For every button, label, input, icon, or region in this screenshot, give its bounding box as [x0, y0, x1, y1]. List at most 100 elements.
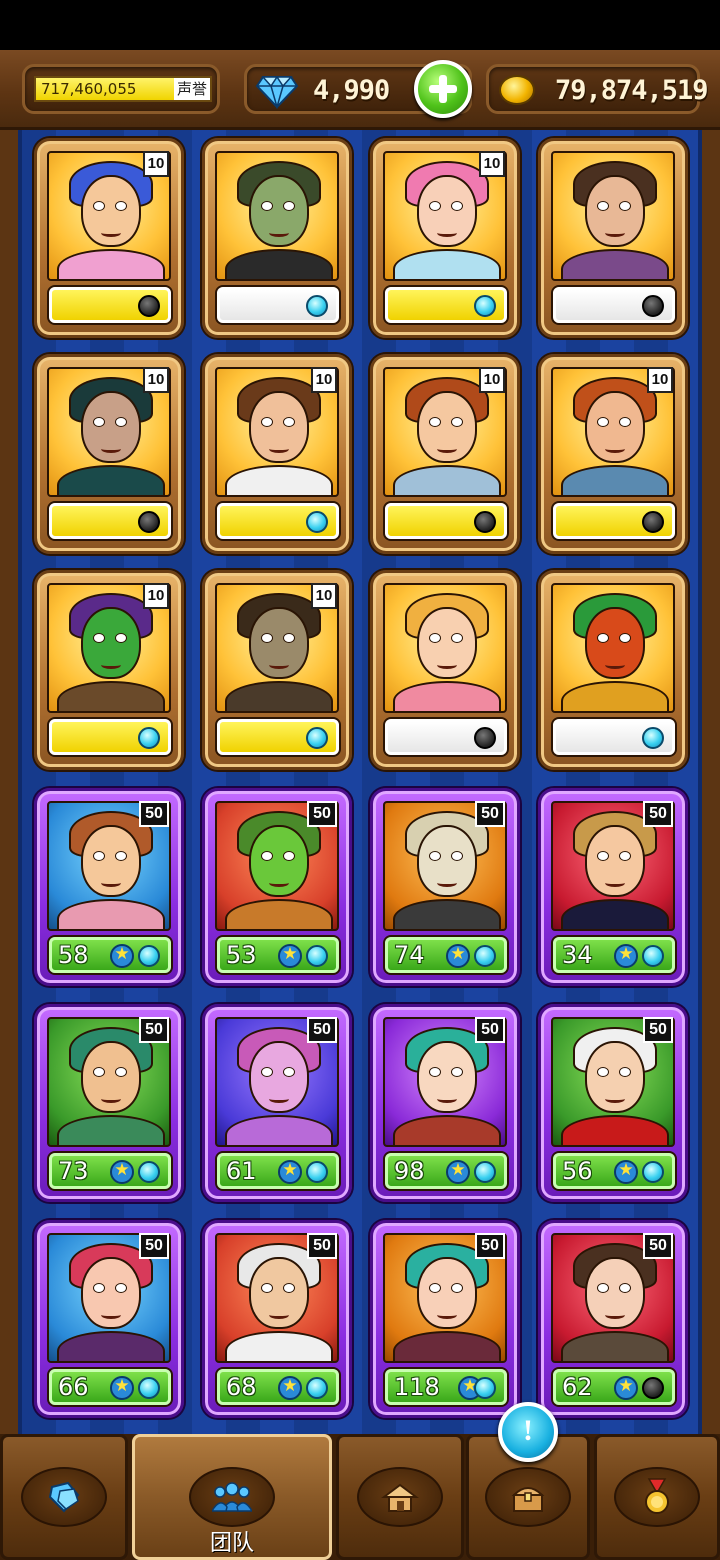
- hero-card-common[interactable]: 10: [34, 570, 184, 770]
- hero-body: [225, 465, 333, 495]
- hero-mouth: [605, 1311, 625, 1319]
- hero-card-common[interactable]: 10: [202, 570, 352, 770]
- hero-eye: [597, 417, 609, 427]
- buy-gems-plus-button[interactable]: [414, 60, 472, 118]
- hero-mouth: [437, 445, 457, 453]
- hero-card-epic[interactable]: 50 74 ★: [370, 788, 520, 986]
- inactive-indicator-icon: [138, 511, 160, 533]
- ready-indicator-icon: [474, 1161, 496, 1183]
- hero-body: [561, 1115, 669, 1145]
- diamond-icon: [255, 75, 299, 109]
- hero-card-epic[interactable]: 50 118 ★: [370, 1220, 520, 1418]
- hero-eye: [261, 633, 273, 643]
- hero-mouth: [605, 1095, 625, 1103]
- hero-body: [393, 465, 501, 495]
- star-glyph: ★: [618, 944, 634, 964]
- star-icon: ★: [446, 944, 470, 968]
- hero-body: [57, 681, 165, 711]
- hero-card-epic[interactable]: 50 61 ★: [202, 1004, 352, 1202]
- hero-eye: [93, 851, 105, 861]
- hero-eye: [597, 633, 609, 643]
- star-count: 34: [562, 941, 593, 969]
- alert-button[interactable]: !: [498, 1402, 558, 1462]
- hero-card-common[interactable]: 10: [34, 138, 184, 338]
- hero-card-epic[interactable]: 50 68 ★: [202, 1220, 352, 1418]
- hero-mouth: [101, 661, 121, 669]
- nav-achievements[interactable]: [594, 1434, 720, 1560]
- ready-indicator-icon: [306, 727, 328, 749]
- hero-level-badge: 50: [307, 1017, 337, 1043]
- hero-card-epic[interactable]: 50 34 ★: [538, 788, 688, 986]
- hero-card-epic[interactable]: 50 56 ★: [538, 1004, 688, 1202]
- hero-star-count-bar: 118 ★: [385, 1369, 507, 1405]
- hero-eye: [261, 1283, 273, 1293]
- hero-mouth: [101, 879, 121, 887]
- gold-count: 79,874,519: [555, 75, 709, 106]
- hero-progress-bar: [49, 287, 171, 323]
- hero-card-epic[interactable]: 50 62 ★: [538, 1220, 688, 1418]
- hero-body: [393, 1115, 501, 1145]
- hero-card-common[interactable]: [370, 570, 520, 770]
- star-icon: ★: [110, 1376, 134, 1400]
- hero-progress-bar: [217, 287, 339, 323]
- hero-body: [57, 1331, 165, 1361]
- star-icon: ★: [110, 944, 134, 968]
- hero-card-common[interactable]: 10: [538, 354, 688, 554]
- ready-indicator-icon: [642, 1161, 664, 1183]
- nav-team[interactable]: 团队: [132, 1434, 332, 1560]
- hero-eye: [283, 633, 295, 643]
- star-glyph: ★: [114, 1160, 130, 1180]
- gold-coin-icon: [499, 75, 535, 105]
- hero-mouth: [605, 229, 625, 237]
- hero-body: [225, 681, 333, 711]
- hero-card-common[interactable]: 10: [202, 354, 352, 554]
- hero-card-common[interactable]: 10: [370, 354, 520, 554]
- star-glyph: ★: [450, 944, 466, 964]
- hero-card-common[interactable]: [538, 138, 688, 338]
- hero-level-badge: 10: [311, 367, 337, 393]
- hero-eye: [619, 1283, 631, 1293]
- hero-body: [225, 1115, 333, 1145]
- hero-card-common[interactable]: [202, 138, 352, 338]
- star-icon: ★: [110, 1160, 134, 1184]
- star-count: 68: [226, 1373, 257, 1401]
- nav-home[interactable]: [336, 1434, 464, 1560]
- hero-mouth: [269, 661, 289, 669]
- hero-card-epic[interactable]: 50 98 ★: [370, 1004, 520, 1202]
- hero-eye: [451, 201, 463, 211]
- hero-card-epic[interactable]: 50 53 ★: [202, 788, 352, 986]
- hero-card-common[interactable]: 10: [370, 138, 520, 338]
- hero-card-epic[interactable]: 50 73 ★: [34, 1004, 184, 1202]
- star-icon: ★: [278, 1376, 302, 1400]
- hero-card-epic[interactable]: 50 66 ★: [34, 1220, 184, 1418]
- hero-card-common[interactable]: [538, 570, 688, 770]
- star-icon: ★: [446, 1160, 470, 1184]
- nav-gem-shop[interactable]: [0, 1434, 128, 1560]
- hero-progress-bar: [385, 287, 507, 323]
- hero-eye: [115, 1283, 127, 1293]
- reputation-label: 声誉: [174, 78, 210, 100]
- hero-grid[interactable]: 10 10 10 10 10 10 10 10 50 58 ★ 50 53 ★ 50 74 ★ 50 34 ★ 50 73…: [22, 130, 698, 1434]
- ready-indicator-icon: [306, 1377, 328, 1399]
- hero-body: [393, 249, 501, 279]
- star-icon: ★: [278, 1160, 302, 1184]
- hero-card-common[interactable]: 10: [34, 354, 184, 554]
- star-count: 66: [58, 1373, 89, 1401]
- hero-level-badge: 50: [475, 1017, 505, 1043]
- hero-eye: [429, 1283, 441, 1293]
- hero-level-badge: 10: [143, 583, 169, 609]
- hero-progress-bar: [49, 719, 171, 755]
- hero-mouth: [101, 1095, 121, 1103]
- star-count: 56: [562, 1157, 593, 1185]
- inactive-indicator-icon: [642, 295, 664, 317]
- hero-mouth: [437, 1311, 457, 1319]
- top-resource-bar: 717,460,055 声誉 4,990 79,874,519: [0, 50, 720, 130]
- hero-eye: [429, 633, 441, 643]
- hero-card-epic[interactable]: 50 58 ★: [34, 788, 184, 986]
- star-count: 61: [226, 1157, 257, 1185]
- medal-icon: [645, 1478, 669, 1514]
- hero-level-badge: 10: [143, 151, 169, 177]
- hero-mouth: [101, 229, 121, 237]
- hero-eye: [283, 1283, 295, 1293]
- hero-eye: [93, 201, 105, 211]
